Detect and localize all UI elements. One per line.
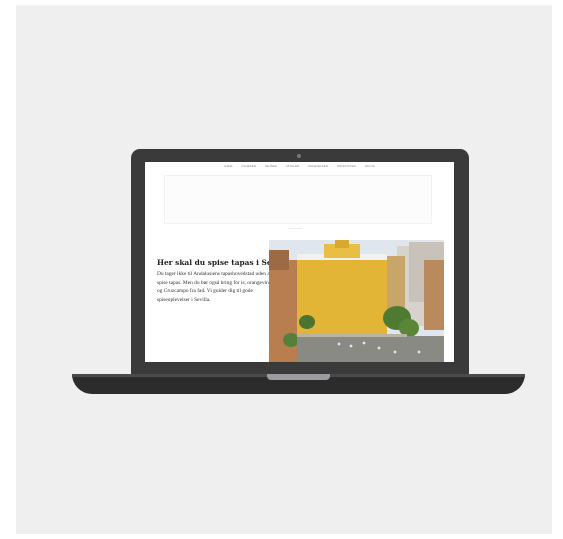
laptop-screen: HJEM NYHEDER REJSER AFTALER OPLEVELSER P… [145, 162, 454, 362]
nav-item-experiences[interactable]: OPLEVELSER [308, 162, 328, 170]
nav-item-about[interactable]: OM OS [365, 162, 375, 170]
sevilla-photo[interactable] [269, 240, 444, 362]
camera-icon [297, 154, 301, 158]
nav-item-products[interactable]: PRODUKTER [337, 162, 356, 170]
lid-opening-notch [267, 374, 330, 380]
article-heading[interactable]: Her skal du spise tapas i Sevilla [157, 258, 289, 267]
ad-banner[interactable] [164, 175, 432, 224]
top-nav: HJEM NYHEDER REJSER AFTALER OPLEVELSER P… [145, 162, 454, 170]
nav-item-news[interactable]: NYHEDER [241, 162, 256, 170]
article-body: Du tager ikke til Andalusiens tapashoved… [157, 271, 272, 303]
nav-item-travel[interactable]: REJSER [265, 162, 277, 170]
banner-divider [288, 228, 302, 229]
nav-item-deals[interactable]: AFTALER [286, 162, 299, 170]
nav-item-home[interactable]: HJEM [224, 162, 232, 170]
